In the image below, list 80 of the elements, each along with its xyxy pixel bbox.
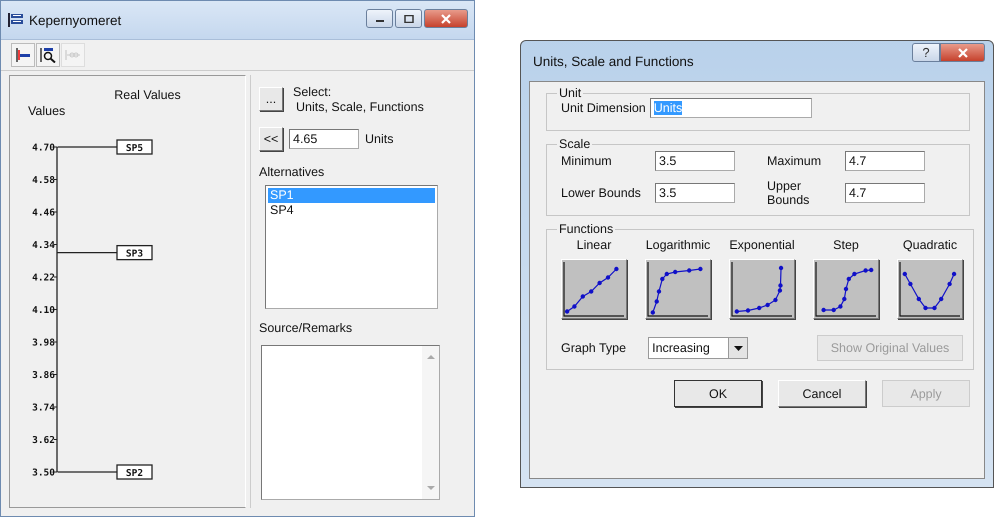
- function-button[interactable]: [729, 259, 795, 319]
- alternatives-label: Alternatives: [259, 165, 326, 179]
- number-field[interactable]: 3.5: [655, 183, 735, 203]
- caret-icon: [734, 346, 743, 350]
- number-field[interactable]: 4.7: [845, 183, 925, 203]
- tick-label: 3.50: [32, 468, 55, 478]
- curve-graph-icon: [814, 260, 878, 318]
- leader-line: [58, 252, 117, 254]
- dialog-title: Units, Scale and Functions: [533, 54, 694, 68]
- axis-label: Values: [28, 104, 66, 118]
- curve-graph-icon: [898, 260, 962, 318]
- field-label: Upper Bounds: [767, 179, 810, 207]
- toolbar-button[interactable]: [11, 43, 35, 67]
- leader-line: [58, 471, 117, 473]
- help-button[interactable]: ?: [912, 43, 940, 62]
- graph-type-dropdown[interactable]: Increasing: [648, 337, 748, 359]
- remarks-label: Source/Remarks: [259, 321, 354, 335]
- marker-label: SP5: [116, 139, 153, 155]
- tick-label: 4.58: [32, 175, 55, 186]
- field-label: Graph Type: [561, 341, 626, 355]
- select-subject: Units, Scale, Functions: [295, 100, 424, 115]
- leader-line: [58, 146, 117, 148]
- tick-label: 3.98: [32, 338, 55, 348]
- close-icon: [440, 14, 452, 24]
- function-button[interactable]: [813, 259, 879, 319]
- marker-label: SP3: [116, 244, 153, 260]
- curve-graph-icon: [562, 260, 626, 318]
- tick-label: 4.70: [32, 142, 55, 154]
- tick-label: 3.74: [32, 402, 55, 414]
- scroll-down-icon: [426, 485, 434, 491]
- function-button[interactable]: [897, 259, 963, 319]
- field-label: Lower Bounds: [561, 186, 642, 200]
- list-item[interactable]: SP4: [268, 203, 435, 218]
- function-label: Step: [833, 238, 859, 252]
- number-field[interactable]: 3.5: [655, 151, 735, 171]
- field-label: Unit Dimension: [561, 101, 646, 115]
- group-legend: Unit: [557, 86, 584, 100]
- function-label: Quadratic: [902, 238, 958, 252]
- app-icon: [7, 12, 25, 28]
- close-button[interactable]: [424, 9, 468, 28]
- close-button[interactable]: [940, 43, 985, 62]
- curve-graph-icon: [730, 260, 794, 318]
- back-button[interactable]: <<: [259, 127, 283, 151]
- remarks-field[interactable]: [261, 345, 440, 500]
- minimize-button[interactable]: [366, 9, 393, 28]
- axis-marker-icon: [14, 47, 32, 63]
- group-legend: Functions: [557, 222, 616, 236]
- group-legend: Scale: [557, 137, 592, 151]
- function-label: Linear: [576, 238, 612, 252]
- scroll-up-icon: [426, 354, 434, 360]
- dialog-button[interactable]: OK: [674, 380, 762, 407]
- toolbar-button[interactable]: [36, 43, 60, 67]
- marker-label: SP2: [116, 464, 153, 480]
- window-title: Kepernyomeret: [29, 12, 122, 28]
- tick-label: 4.10: [32, 305, 55, 316]
- function-button[interactable]: [561, 259, 627, 319]
- unit-label: Units: [365, 132, 394, 146]
- value-field[interactable]: 4.65: [289, 129, 359, 149]
- field-label: Minimum: [561, 154, 613, 168]
- tick-label: 3.86: [32, 370, 55, 381]
- tick-label: 4.46: [32, 208, 55, 218]
- maximize-icon: [404, 14, 414, 22]
- scrollbar[interactable]: [422, 346, 439, 499]
- panel-heading: Real Values: [113, 88, 182, 102]
- curve-graph-icon: [646, 260, 710, 318]
- field-label: Maximum: [767, 154, 822, 168]
- tick-label: 4.34: [32, 240, 55, 251]
- function-label: Logarithmic: [646, 238, 710, 252]
- select-label: Select:: [293, 85, 332, 100]
- magnifier-icon: [39, 47, 57, 63]
- maximize-button[interactable]: [395, 9, 422, 28]
- link-icon: [64, 47, 82, 63]
- number-field[interactable]: 4.7: [845, 151, 925, 171]
- function-button[interactable]: [645, 259, 711, 319]
- close-icon: [956, 48, 968, 58]
- function-label: Exponential: [729, 238, 795, 252]
- tick-label: 3.62: [32, 435, 55, 446]
- select-button[interactable]: ...: [259, 87, 283, 111]
- tick-label: 4.22: [32, 272, 55, 284]
- dialog-button[interactable]: Cancel: [778, 380, 866, 407]
